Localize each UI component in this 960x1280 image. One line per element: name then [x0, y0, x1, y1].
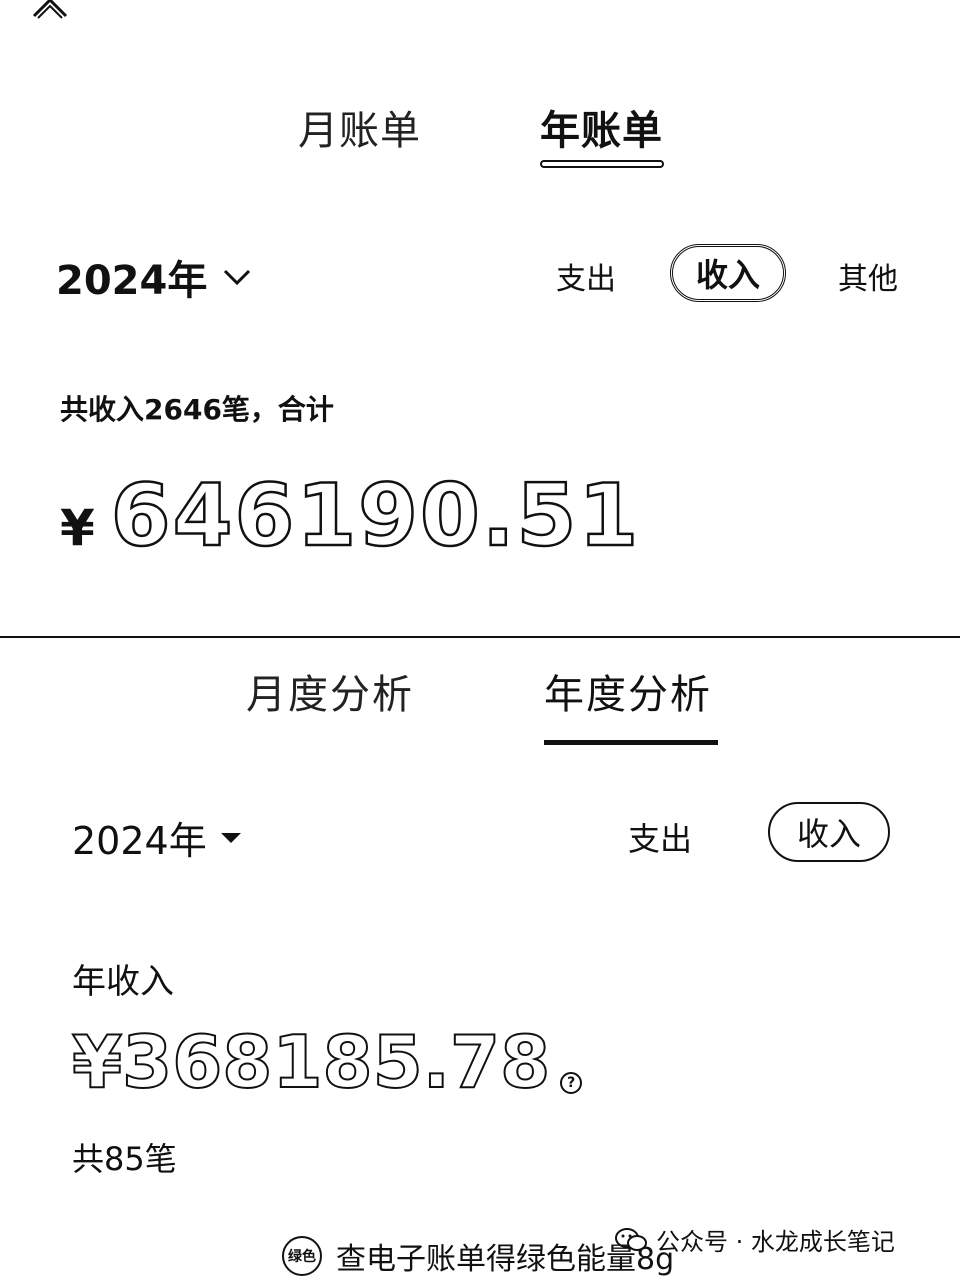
income-summary-text: 共收入2646笔，合计	[60, 393, 334, 426]
green-energy-icon: 绿色	[282, 1236, 322, 1276]
chevron-up-icon[interactable]	[30, 0, 70, 22]
amount-value: 646190.51	[110, 465, 641, 568]
filter-income[interactable]: 收入	[768, 802, 890, 862]
caret-down-icon	[220, 832, 241, 843]
filter-income-label: 收入	[695, 256, 760, 294]
year-selector[interactable]: 2024年	[72, 810, 241, 865]
active-tab-indicator	[544, 740, 718, 745]
help-icon[interactable]: ?	[560, 1072, 583, 1094]
currency-symbol: ¥	[60, 499, 95, 557]
filter-expense[interactable]: 支出	[628, 814, 692, 860]
watermark: 公众号 · 水龙成长笔记	[614, 1222, 895, 1257]
annual-bill-section: 月账单 年账单 2024年 支出 收入 其他 共收入2646笔，合计 ¥ 646…	[0, 0, 960, 637]
annual-income-label: 年收入	[72, 962, 174, 1002]
filter-income[interactable]: 收入	[670, 244, 786, 302]
active-tab-indicator	[540, 160, 664, 168]
chevron-down-icon	[224, 269, 251, 286]
amount-value: ¥368185.78	[71, 1019, 551, 1105]
total-amount: ¥ 646190.51	[60, 465, 641, 568]
tab-month-bill[interactable]: 月账单	[298, 98, 421, 156]
transaction-count: 共85笔	[72, 1140, 177, 1178]
watermark-text: 公众号 · 水龙成长笔记	[656, 1228, 895, 1256]
filter-expense[interactable]: 支出	[556, 254, 616, 298]
tab-year-bill[interactable]: 年账单	[540, 98, 663, 156]
filter-income-label: 收入	[796, 815, 861, 853]
year-selector-label: 2024年	[56, 258, 208, 304]
annual-income-amount: ¥368185.78 ?	[71, 1019, 583, 1105]
tab-year-analysis[interactable]: 年度分析	[544, 662, 712, 720]
tab-month-analysis[interactable]: 月度分析	[246, 662, 414, 720]
filter-other[interactable]: 其他	[838, 254, 898, 298]
year-selector[interactable]: 2024年	[56, 248, 253, 306]
wechat-icon	[615, 1227, 647, 1251]
screen: 月账单 年账单 2024年 支出 收入 其他 共收入2646笔，合计 ¥ 646…	[0, 0, 960, 1280]
year-selector-label: 2024年	[72, 819, 207, 863]
section-divider	[0, 636, 960, 638]
